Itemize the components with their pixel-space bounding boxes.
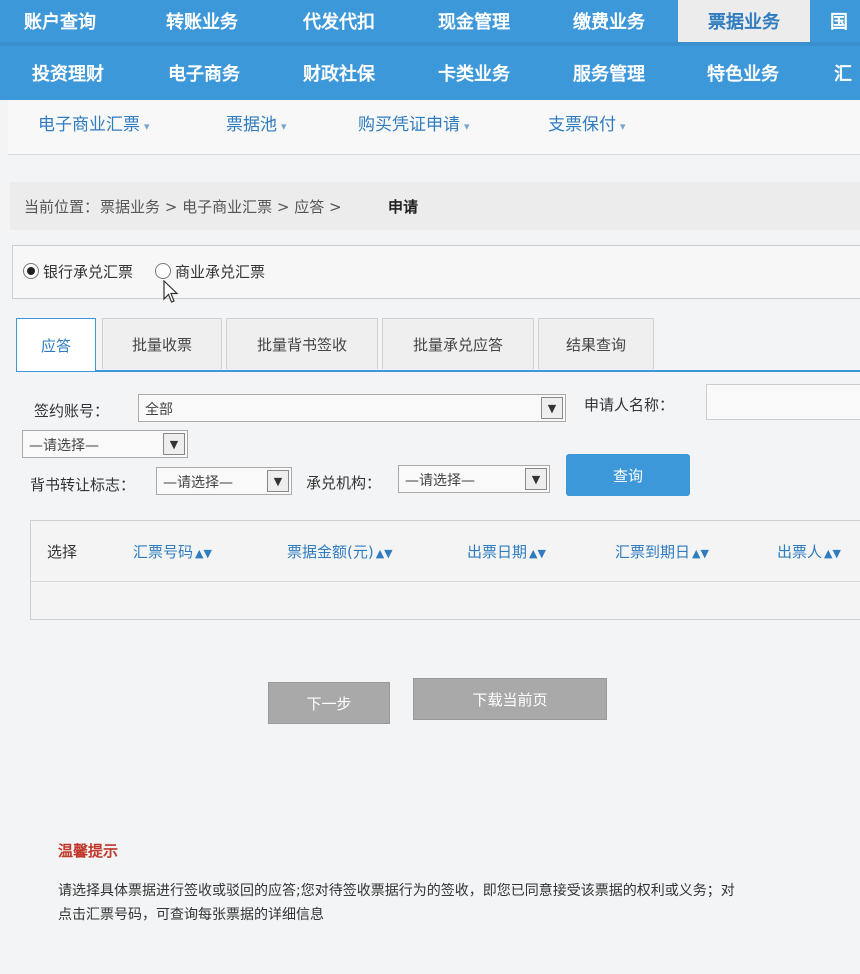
endorse-transfer-value: —请选择—: [163, 475, 233, 491]
tab-batch-endorse-sign[interactable]: 批量背书签收: [226, 318, 378, 369]
breadcrumb: 当前位置： 票据业务 > 电子商业汇票 > 应答 > 申请: [10, 182, 860, 230]
account-select[interactable]: 全部 ▼: [138, 394, 566, 422]
sort-icon: ▲▼: [529, 547, 546, 560]
subnav-check-guarantee[interactable]: 支票保付 ▾: [548, 110, 626, 135]
nav-item-payroll[interactable]: 代发代扣: [272, 0, 406, 42]
type-select[interactable]: —请选择— ▼: [22, 430, 188, 458]
account-select-value: 全部: [145, 402, 173, 418]
col-issue-date[interactable]: 出票日期 ▲▼: [467, 541, 546, 562]
tab-batch-receive[interactable]: 批量收票: [102, 318, 222, 369]
chevron-down-icon: ▾: [464, 120, 470, 133]
nav-item-account-query[interactable]: 账户查询: [0, 0, 120, 42]
col-select: 选择: [47, 543, 78, 561]
acceptor-label: 承兑机构：: [306, 474, 382, 492]
next-step-button[interactable]: 下一步: [268, 682, 390, 724]
col-label: 出票人: [777, 543, 823, 561]
radio-commercial-acceptance[interactable]: [155, 263, 171, 279]
col-label: 汇票到期日: [615, 543, 691, 561]
nav-item-transfer[interactable]: 转账业务: [136, 0, 268, 42]
nav-item-card[interactable]: 卡类业务: [406, 46, 542, 100]
subnav-label: 电子商业汇票: [38, 115, 140, 135]
nav-item-bills[interactable]: 票据业务: [678, 0, 810, 42]
sort-icon: ▲▼: [692, 547, 709, 560]
breadcrumb-current: 申请: [388, 198, 419, 216]
nav-row-1: 账户查询 转账业务 代发代扣 现金管理 缴费业务 票据业务 国: [0, 0, 860, 42]
breadcrumb-path: 票据业务 > 电子商业汇票 > 应答 >: [100, 198, 342, 216]
nav-item-international[interactable]: 国: [812, 0, 860, 42]
chevron-down-icon: ▼: [163, 433, 185, 455]
endorse-transfer-label: 背书转让标志：: [30, 476, 136, 494]
tab-response[interactable]: 应答: [16, 318, 96, 371]
chevron-down-icon: ▾: [620, 120, 626, 133]
radio-label-bank-acceptance: 银行承兑汇票: [43, 263, 134, 281]
chevron-down-icon: ▼: [525, 468, 547, 490]
subnav-voucher-purchase[interactable]: 购买凭证申请 ▾: [358, 110, 470, 135]
tab-bar: 应答 批量收票 批量背书签收 批量承兑应答 结果查询: [16, 318, 860, 372]
endorse-transfer-select[interactable]: —请选择— ▼: [156, 467, 292, 495]
nav-item-finance-social[interactable]: 财政社保: [272, 46, 406, 100]
col-label: 出票日期: [467, 543, 528, 561]
type-select-value: —请选择—: [29, 438, 99, 454]
sort-icon: ▲▼: [824, 547, 841, 560]
sub-navigation: 电子商业汇票 ▾ 票据池 ▾ 购买凭证申请 ▾ 支票保付 ▾: [8, 100, 860, 155]
account-label: 签约账号：: [34, 402, 110, 420]
nav-item-remittance[interactable]: 汇: [812, 46, 860, 100]
chevron-down-icon: ▾: [144, 120, 150, 133]
nav-item-cash-management[interactable]: 现金管理: [406, 0, 542, 42]
tips-line-1: 请选择具体票据进行签收或驳回的应答;您对待签收票据行为的签收，即您已同意接受该票…: [58, 883, 735, 899]
subnav-label: 票据池: [226, 115, 277, 135]
col-due-date[interactable]: 汇票到期日 ▲▼: [615, 541, 709, 562]
mouse-cursor-icon: [163, 280, 179, 303]
bill-type-selector: 银行承兑汇票 商业承兑汇票: [12, 245, 860, 299]
nav-item-ecommerce[interactable]: 电子商务: [136, 46, 272, 100]
chevron-down-icon: ▼: [541, 397, 563, 419]
subnav-label: 购买凭证申请: [358, 115, 460, 135]
download-current-page-button[interactable]: 下载当前页: [413, 678, 607, 720]
nav-item-investment[interactable]: 投资理财: [0, 46, 136, 100]
subnav-ecommercial-draft[interactable]: 电子商业汇票 ▾: [38, 110, 150, 135]
tips-title: 温馨提示: [58, 842, 119, 860]
nav-item-featured[interactable]: 特色业务: [676, 46, 810, 100]
tab-result-query[interactable]: 结果查询: [538, 318, 654, 369]
tab-batch-acceptance-response[interactable]: 批量承兑应答: [382, 318, 534, 369]
acceptor-select[interactable]: —请选择— ▼: [398, 465, 550, 493]
col-label: 票据金额(元): [287, 543, 374, 561]
col-label: 汇票号码: [133, 543, 194, 561]
applicant-name-input[interactable]: [706, 384, 860, 420]
col-amount[interactable]: 票据金额(元) ▲▼: [287, 541, 393, 562]
sort-icon: ▲▼: [375, 547, 393, 560]
query-button[interactable]: 查询: [566, 454, 690, 496]
tips-line-2: 点击汇票号码，可查询每张票据的详细信息: [58, 907, 324, 923]
breadcrumb-prefix: 当前位置：: [24, 198, 100, 216]
subnav-label: 支票保付: [548, 115, 616, 135]
bills-table: 选择 汇票号码 ▲▼ 票据金额(元) ▲▼ 出票日期 ▲▼ 汇票到期日 ▲▼ 出票人 ▲▼: [30, 520, 860, 620]
col-drawer[interactable]: 出票人 ▲▼: [777, 541, 841, 562]
radio-label-commercial-acceptance: 商业承兑汇票: [175, 263, 266, 281]
top-navigation: 账户查询 转账业务 代发代扣 现金管理 缴费业务 票据业务 国 投资理财 电子商…: [0, 0, 860, 100]
nav-row-2: 投资理财 电子商务 财政社保 卡类业务 服务管理 特色业务 汇: [0, 46, 860, 100]
radio-bank-acceptance[interactable]: [23, 263, 39, 279]
acceptor-select-value: —请选择—: [405, 473, 475, 489]
nav-item-service-management[interactable]: 服务管理: [542, 46, 676, 100]
applicant-name-label: 申请人名称：: [584, 396, 675, 414]
nav-item-payment[interactable]: 缴费业务: [542, 0, 676, 42]
table-header: 选择 汇票号码 ▲▼ 票据金额(元) ▲▼ 出票日期 ▲▼ 汇票到期日 ▲▼ 出票人 ▲▼: [31, 521, 860, 582]
chevron-down-icon: ▼: [267, 470, 289, 492]
subnav-bill-pool[interactable]: 票据池 ▾: [226, 110, 287, 135]
sort-icon: ▲▼: [195, 547, 212, 560]
col-bill-number[interactable]: 汇票号码 ▲▼: [133, 541, 212, 562]
chevron-down-icon: ▾: [281, 120, 287, 133]
